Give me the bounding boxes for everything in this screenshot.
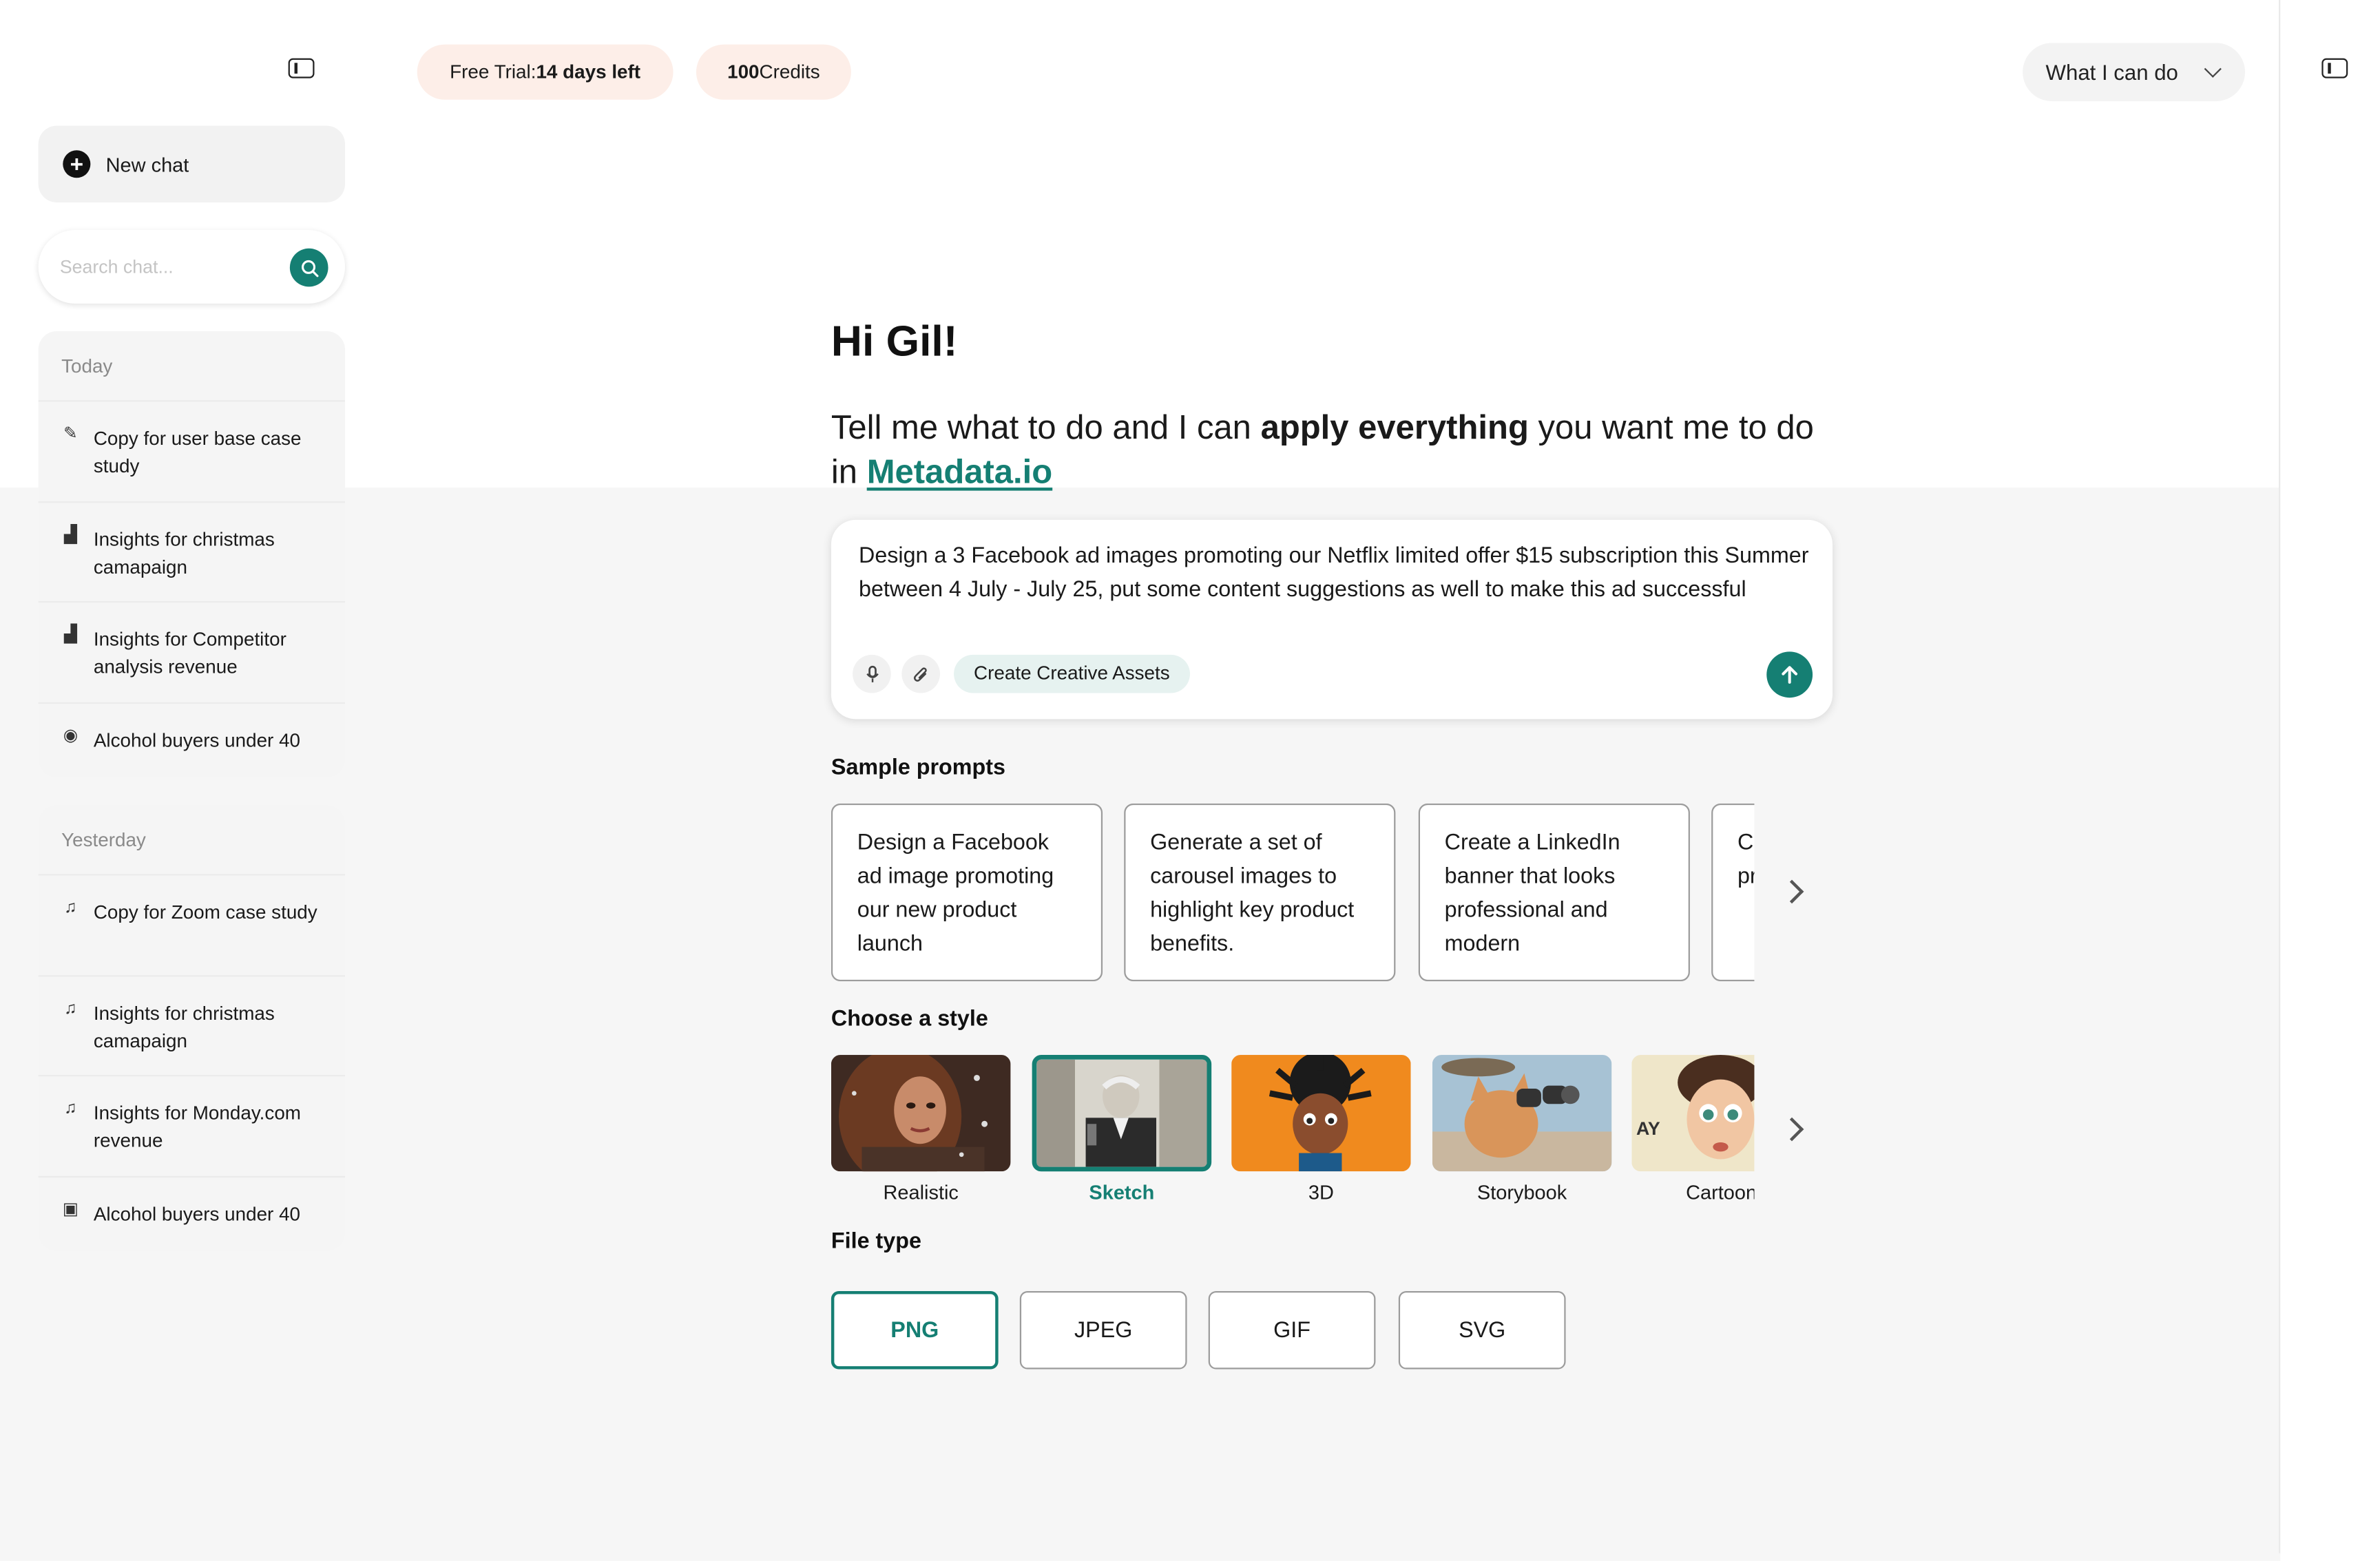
file-type-title: File type — [831, 1229, 921, 1255]
history-item[interactable]: ♫ Copy for Zoom case study — [38, 876, 346, 977]
history-item-label: Copy for user base case study — [93, 428, 302, 477]
what-i-can-do-dropdown[interactable]: What I can do — [2023, 43, 2246, 101]
sample-prompt-card[interactable]: Design a Facebook ad image promoting our… — [831, 803, 1103, 982]
cartoon-thumbnail: AY — [1631, 1055, 1755, 1172]
image-icon: ▣ — [62, 1200, 79, 1219]
credits-label: Credits — [759, 61, 820, 83]
sketch-thumbnail — [1032, 1055, 1212, 1172]
style-label: Cartoon — [1686, 1180, 1755, 1204]
sidebar-toggle-icon[interactable] — [288, 58, 315, 78]
edit-icon: ✎ — [63, 424, 78, 443]
history-item-label: Insights for Monday.com revenue — [93, 1102, 302, 1152]
style-option-sketch[interactable]: Sketch — [1032, 1055, 1212, 1204]
realistic-thumbnail — [831, 1055, 1011, 1172]
new-chat-button[interactable]: + New chat — [38, 125, 346, 202]
microphone-button[interactable] — [853, 654, 891, 693]
style-carousel: Realistic Sketch 3D Storybook AY Cartoon — [831, 1055, 1755, 1208]
intro-text: Tell me what to do and I can apply every… — [831, 405, 1844, 494]
storybook-thumbnail — [1432, 1055, 1612, 1172]
style-option-3d[interactable]: 3D — [1231, 1055, 1411, 1204]
choose-style-title: Choose a style — [831, 1007, 988, 1032]
sample-prompt-card[interactable]: Create a LinkedIn banner that looks prof… — [1418, 803, 1690, 982]
app-window: + New chat Today ✎ Copy for user base ca… — [0, 0, 2380, 1561]
style-label: 3D — [1308, 1180, 1334, 1204]
history-item-label: Alcohol buyers under 40 — [93, 1204, 301, 1226]
search-button[interactable] — [289, 248, 328, 287]
history-item-label: Alcohol buyers under 40 — [93, 729, 301, 752]
prompt-textarea[interactable]: Design a 3 Facebook ad images promoting … — [859, 540, 1810, 607]
sample-prompt-card[interactable]: Create a banner promoting a modern — [1711, 803, 1755, 982]
file-type-png[interactable]: PNG — [831, 1290, 999, 1370]
user-circle-icon: ◉ — [63, 726, 79, 746]
sample-prompts-title: Sample prompts — [831, 755, 1005, 781]
arrow-up-icon — [1782, 666, 1798, 684]
history-item-label: Insights for christmas camapaign — [93, 1003, 275, 1052]
create-creative-assets-chip[interactable]: Create Creative Assets — [954, 654, 1190, 693]
history-item-label: Copy for Zoom case study — [93, 901, 317, 923]
intro-pre: Tell me what to do and I can — [831, 408, 1261, 446]
greeting-title: Hi Gil! — [831, 317, 958, 365]
history-item[interactable]: ▟ Insights for Competitor analysis reven… — [38, 603, 346, 704]
prompt-input-card: Design a 3 Facebook ad images promoting … — [831, 519, 1833, 720]
search-icon — [300, 259, 318, 277]
bell-icon: ♫ — [64, 999, 77, 1018]
metadata-link[interactable]: Metadata.io — [867, 452, 1053, 491]
what-i-can-do-label: What I can do — [2045, 59, 2178, 85]
history-item[interactable]: ♫ Insights for christmas camapaign — [38, 976, 346, 1077]
bell-icon: ♫ — [64, 898, 77, 917]
trial-badge: Free Trial: 14 days left — [417, 44, 674, 100]
bar-chart-icon: ▟ — [64, 625, 77, 645]
history-item[interactable]: ▟ Insights for christmas camapaign — [38, 503, 346, 603]
microphone-icon — [866, 664, 878, 682]
sidebar: + New chat Today ✎ Copy for user base ca… — [0, 0, 346, 1553]
3d-thumbnail — [1231, 1055, 1411, 1172]
trial-days: 14 days left — [536, 61, 641, 83]
style-label: Storybook — [1476, 1180, 1567, 1204]
history-item[interactable]: ▣ Alcohol buyers under 40 — [39, 1177, 345, 1251]
history-item-label: Insights for Competitor analysis revenue — [93, 628, 286, 678]
credits-number: 100 — [727, 61, 760, 83]
trial-prefix: Free Trial: — [450, 61, 536, 83]
sample-prompts-carousel: Design a Facebook ad image promoting our… — [831, 803, 1755, 982]
file-type-jpeg[interactable]: JPEG — [1019, 1290, 1187, 1370]
intro-bold: apply everything — [1260, 408, 1529, 446]
svg-text:AY: AY — [1636, 1118, 1660, 1139]
style-option-storybook[interactable]: Storybook — [1432, 1055, 1612, 1204]
history-group-label: Today — [38, 331, 346, 402]
style-option-realistic[interactable]: Realistic — [831, 1055, 1011, 1204]
right-panel-rail — [2279, 0, 2380, 1553]
bell-icon: ♫ — [64, 1099, 77, 1118]
panel-toggle-icon[interactable] — [2321, 58, 2348, 78]
file-type-gif[interactable]: GIF — [1208, 1290, 1376, 1370]
history-item[interactable]: ◉ Alcohol buyers under 40 — [39, 704, 345, 777]
history-group-today: Today ✎ Copy for user base case study ▟ … — [38, 331, 346, 777]
sample-prompt-card[interactable]: Generate a set of carousel images to hig… — [1124, 803, 1396, 982]
history-item[interactable]: ♫ Insights for Monday.com revenue — [38, 1076, 346, 1178]
history-group-yesterday: Yesterday ♫ Copy for Zoom case study ♫ I… — [38, 805, 346, 1252]
new-chat-label: New chat — [105, 152, 189, 176]
search-chat-input[interactable] — [59, 255, 275, 278]
plus-icon: + — [63, 150, 91, 178]
history-item[interactable]: ✎ Copy for user base case study — [38, 401, 346, 503]
history-item-label: Insights for christmas camapaign — [93, 529, 275, 578]
credits-badge: 100 Credits — [696, 44, 851, 100]
style-option-cartoon[interactable]: AY Cartoon — [1631, 1055, 1755, 1204]
search-chat-box — [38, 230, 346, 304]
history-group-label: Yesterday — [38, 805, 346, 876]
attach-button[interactable] — [901, 654, 941, 693]
send-button[interactable] — [1766, 651, 1813, 698]
paperclip-icon — [914, 667, 927, 681]
style-label: Realistic — [883, 1180, 959, 1204]
bar-chart-icon: ▟ — [64, 525, 77, 545]
file-type-svg[interactable]: SVG — [1398, 1290, 1566, 1370]
style-label: Sketch — [1089, 1180, 1155, 1204]
chevron-down-icon — [2204, 60, 2222, 78]
